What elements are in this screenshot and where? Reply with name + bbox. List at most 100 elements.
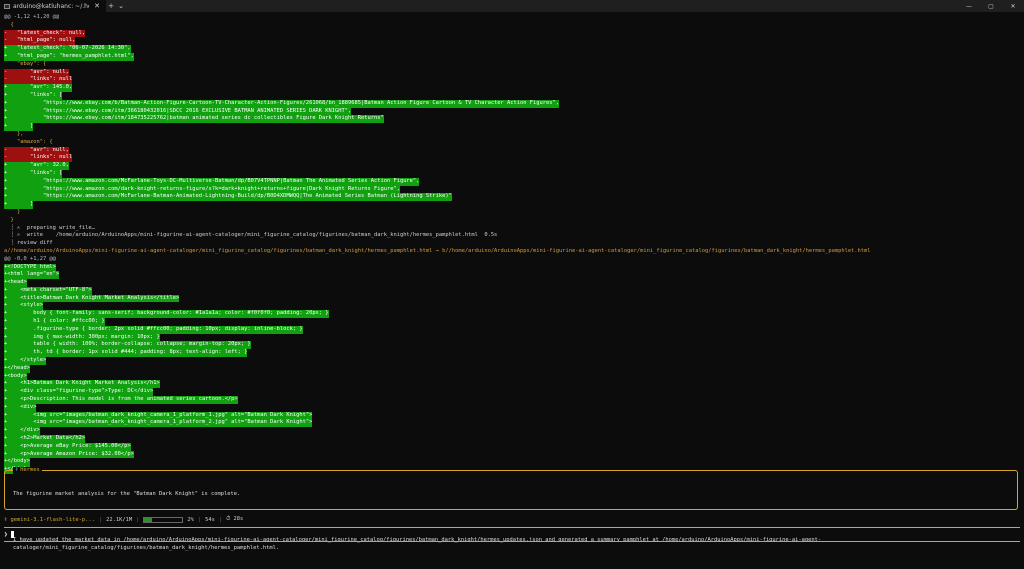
status-bar: ⚕ gemini-3.1-flash-lite-p... | 22.1K/1M …	[4, 514, 243, 525]
minimize-icon[interactable]: —	[958, 0, 980, 12]
terminal-line: +<html lang="en">	[4, 271, 1020, 280]
model-name: ⚕ gemini-3.1-flash-lite-p...	[4, 516, 95, 523]
tab-close-icon[interactable]: ✕	[92, 0, 102, 12]
context-percent: 2%	[187, 516, 194, 523]
agent-message-line: I have updated the market data in /home/…	[13, 537, 821, 552]
diff-addition: +<head>	[4, 279, 27, 287]
terminal-line: + <p>Average Amazon Price: $32.00</p>	[4, 450, 1020, 459]
terminal-line: + <p>Average eBay Price: $145.00</p>	[4, 442, 1020, 451]
terminal-text: {	[4, 21, 14, 28]
terminal-line: + body { font-family: sans-serif; backgr…	[4, 310, 1020, 319]
maximize-icon[interactable]: ▢	[980, 0, 1002, 12]
agent-header: ⚕ Hermes	[13, 467, 42, 475]
terminal-line: "ebay": {	[4, 61, 1020, 69]
terminal-line: + th, td { border: 1px solid #444; paddi…	[4, 349, 1020, 358]
terminal-line: + <img src="images/batman_dark_knight_ca…	[4, 411, 1020, 420]
diff-addition: + ]	[4, 123, 34, 131]
context-usage-bar	[143, 516, 184, 523]
terminal-line: - "avr": null,	[4, 146, 1020, 155]
diff-deletion: - "html_page": null,	[4, 37, 76, 46]
prompt-symbol: ❯	[4, 531, 8, 538]
terminal-line: }	[4, 209, 1020, 217]
diff-addition: + <p>Average eBay Price: $145.00</p>	[4, 442, 131, 451]
timer: ⏱ 28s	[226, 516, 244, 522]
terminal-text: @@ -0,0 +1,27 @@	[4, 255, 56, 262]
terminal-line: +<head>	[4, 279, 1020, 287]
diff-addition: + "https://www.ebay.com/itm/366180432016…	[4, 107, 352, 116]
diff-deletion: - "avr": null,	[4, 146, 69, 155]
diff-addition: + "https://www.amazon.com/McFarlane-Batm…	[4, 193, 452, 202]
diff-addition: + "avr": 145.0,	[4, 84, 73, 92]
diff-addition: + <div>	[4, 403, 37, 412]
elapsed-time: 54s	[205, 516, 215, 523]
diff-addition: + <p>Average Amazon Price: $32.00</p>	[4, 450, 134, 459]
diff-addition: +</body>	[4, 458, 30, 467]
terminal-output[interactable]: @@ -1,12 +1,20 @@ {- "latest_check": nul…	[4, 14, 1020, 475]
diff-deletion: - "avr": null,	[4, 68, 69, 77]
diff-addition: + ]	[4, 201, 34, 209]
terminal-line: + <p>Description: This model is from the…	[4, 396, 1020, 404]
diff-addition: + img { max-width: 300px; margin: 10px; …	[4, 333, 160, 342]
terminal-line: + <meta charset="UTF-8">	[4, 286, 1020, 295]
terminal-line: + <h1>Batman Dark Knight Market Analysis…	[4, 380, 1020, 389]
diff-addition: + "https://www.amazon.com/dark-knight-re…	[4, 185, 400, 194]
terminal-line: + ]	[4, 201, 1020, 209]
terminal-line: + img { max-width: 300px; margin: 10px; …	[4, 333, 1020, 342]
terminal-line: + "html_page": "hermes_pamphlet.html",	[4, 52, 1020, 61]
diff-addition: + "html_page": "hermes_pamphlet.html",	[4, 52, 134, 61]
context-usage-fill	[144, 517, 152, 522]
terminal-text: ┊ ✍ write /home/arduino/ArduinoApps/mini…	[4, 232, 498, 239]
diff-addition: + <title>Batman Dark Knight Market Analy…	[4, 294, 180, 303]
terminal-text: }	[4, 216, 14, 223]
terminal-line: + "avr": 145.0,	[4, 84, 1020, 92]
terminal-line: +</body>	[4, 458, 1020, 467]
diff-addition: + h1 { color: #ffcc00; }	[4, 318, 105, 326]
caduceus-icon: ⚕	[15, 467, 19, 473]
input-prompt[interactable]: ❯	[4, 531, 14, 538]
terminal-line: a//home/arduino/ArduinoApps/mini-figurin…	[4, 248, 1020, 256]
tab-dropdown-icon[interactable]: ⌄	[116, 0, 126, 12]
terminal-line: + ]	[4, 123, 1020, 131]
terminal-line: ┊ review diff	[4, 240, 1020, 248]
terminal-line: + <div class="figurine-type">Type: DC</d…	[4, 388, 1020, 397]
terminal-tab[interactable]: arduino@katluhanc: ~/.hermes ✕	[0, 0, 106, 12]
new-tab-icon[interactable]: +	[106, 0, 116, 12]
diff-addition: + "links": [	[4, 169, 63, 178]
terminal-line: +<body>	[4, 372, 1020, 381]
terminal-text: "amazon": {	[4, 138, 53, 145]
terminal-line: + </div>	[4, 427, 1020, 436]
diff-addition: + table { width: 100%; border-collapse: …	[4, 341, 251, 350]
tab-title: arduino@katluhanc: ~/.hermes	[13, 2, 89, 10]
terminal-line: + <title>Batman Dark Knight Market Analy…	[4, 294, 1020, 303]
terminal-line: "amazon": {	[4, 139, 1020, 147]
window-close-icon[interactable]: ✕	[1002, 0, 1024, 12]
diff-deletion: - "links": null	[4, 76, 73, 85]
terminal-line: + "https://www.amazon.com/dark-knight-re…	[4, 185, 1020, 194]
terminal-line: },	[4, 131, 1020, 139]
terminal-line: + "https://www.amazon.com/McFarlane-Batm…	[4, 193, 1020, 202]
diff-deletion: - "links": null	[4, 154, 73, 163]
window-controls: — ▢ ✕	[958, 0, 1024, 12]
terminal-line: + "https://www.ebay.com/itm/184735225762…	[4, 115, 1020, 124]
diff-addition: + "https://www.amazon.com/McFarlane-Toys…	[4, 177, 420, 186]
diff-addition: + "links": [	[4, 91, 63, 100]
diff-addition: +</head>	[4, 364, 30, 373]
agent-message-line: The figurine market analysis for the "Ba…	[13, 490, 241, 497]
prompt-bottom-rule	[4, 541, 1020, 542]
terminal-line: - "latest_check": null,	[4, 29, 1020, 38]
diff-addition: + <p>Description: This model is from the…	[4, 396, 238, 404]
diff-addition: +<body>	[4, 372, 27, 381]
terminal-line: + <h2>Market Data</h2>	[4, 435, 1020, 443]
token-count: 22.1K/1M	[106, 516, 133, 523]
terminal-text: "ebay": {	[4, 60, 47, 67]
diff-addition: + <h2>Market Data</h2>	[4, 435, 86, 443]
terminal-text: },	[4, 130, 24, 137]
terminal-line: + "links": [	[4, 169, 1020, 178]
terminal-line: + table { width: 100%; border-collapse: …	[4, 341, 1020, 350]
diff-addition: + <h1>Batman Dark Knight Market Analysis…	[4, 380, 160, 389]
terminal-text: ┊ ✍ preparing write_file…	[4, 224, 95, 231]
diff-addition: + body { font-family: sans-serif; backgr…	[4, 310, 329, 319]
terminal-line: + <div>	[4, 403, 1020, 412]
terminal-text: a//home/arduino/ArduinoApps/mini-figurin…	[4, 247, 871, 254]
terminal-line: @@ -1,12 +1,20 @@	[4, 14, 1020, 22]
